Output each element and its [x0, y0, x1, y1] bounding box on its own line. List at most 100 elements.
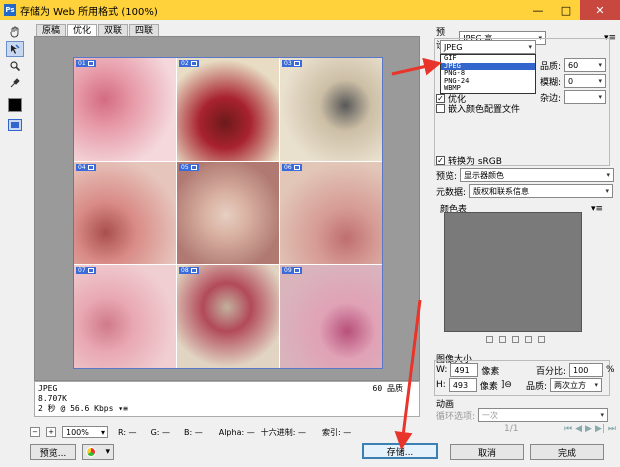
animation-controls: ⏮ ◀ ▶ ▶| ⏭ — [564, 424, 616, 434]
image-slice-02[interactable]: 02 — [177, 58, 279, 161]
image-slice-08[interactable]: 08 — [177, 265, 279, 368]
slice-type-icon — [293, 61, 300, 66]
resample-select[interactable]: 两次立方 ▾ — [550, 378, 603, 392]
photoshop-icon: Ps — [4, 4, 16, 16]
play-icon[interactable]: ▶ — [585, 424, 592, 434]
g-readout: G: — — [150, 427, 170, 437]
slice-type-icon — [87, 164, 94, 170]
delete-color-icon[interactable] — [538, 336, 545, 343]
toggle-slices-icon[interactable] — [6, 117, 24, 133]
eyedropper-icon[interactable] — [6, 75, 24, 91]
view-tabs: 原稿 优化 双联 四联 — [36, 24, 160, 36]
color-table-actions — [486, 336, 545, 343]
b-readout: B: — — [184, 427, 203, 437]
convert-srgb-label: 转换为 sRGB — [448, 157, 502, 167]
resample-label: 品质: — [526, 381, 548, 392]
lock-color-icon[interactable] — [512, 336, 519, 343]
zoom-icon[interactable] — [6, 58, 24, 74]
format-readout: JPEG — [38, 384, 58, 393]
link-icon[interactable]: ]⊖ — [501, 380, 512, 390]
metadata-select[interactable]: 版权和联系信息 ▾ — [469, 184, 614, 198]
percent-label: 百分比: — [536, 366, 567, 377]
done-button[interactable]: 完成 — [530, 444, 604, 460]
tab-original[interactable]: 原稿 — [36, 24, 67, 36]
format-option-wbmp[interactable]: WBMP — [441, 85, 535, 93]
zoom-out-button[interactable]: − — [30, 427, 40, 437]
slice-number-badge: 01 — [76, 60, 96, 67]
tab-4-up[interactable]: 四联 — [129, 24, 160, 36]
slice-number-badge: 08 — [179, 267, 199, 275]
height-input[interactable]: 493 — [448, 378, 477, 392]
tab-2-up[interactable]: 双联 — [98, 24, 129, 36]
window-controls: — □ ✕ — [524, 0, 620, 20]
prev-frame-icon[interactable]: ◀ — [575, 424, 582, 434]
percent-input[interactable]: 100 — [569, 363, 604, 377]
r-readout: R: — — [118, 427, 137, 437]
preview-select[interactable]: 显示器颜色 ▾ — [460, 168, 615, 182]
slice-number-badge: 09 — [282, 267, 302, 275]
alpha-readout: Alpha: — — [218, 427, 255, 437]
preview-label: 预览: — [436, 171, 458, 182]
slice-number-badge: 05 — [179, 163, 199, 171]
slice-select-icon[interactable] — [6, 41, 24, 57]
blur-input[interactable]: 0 ▾ — [564, 74, 607, 88]
convert-srgb-checkbox[interactable]: ✓ — [436, 156, 445, 165]
next-frame-icon[interactable]: ▶| — [595, 424, 605, 434]
slice-number-badge: 07 — [76, 267, 96, 275]
minimize-button[interactable]: — — [524, 0, 552, 20]
close-button[interactable]: ✕ — [580, 0, 620, 20]
quality-label: 品质: — [540, 61, 562, 72]
browser-select[interactable]: ▾ — [82, 444, 114, 460]
image-preview-area[interactable]: 01 02 03 04 05 06 07 08 09 — [34, 36, 420, 381]
tab-optimized[interactable]: 优化 — [67, 24, 98, 36]
image-slice-07[interactable]: 07 — [74, 265, 176, 368]
embed-profile-checkbox[interactable] — [436, 104, 445, 113]
quality-readout: 60 品质 — [372, 384, 403, 393]
matte-label: 杂边: — [540, 93, 562, 104]
width-input[interactable]: 491 — [450, 363, 479, 377]
percent-unit: % — [606, 365, 615, 375]
last-frame-icon[interactable]: ⏭ — [608, 424, 616, 434]
image-slice-03[interactable]: 03 — [280, 58, 382, 161]
menu-icon[interactable]: ▾≡ — [118, 404, 128, 413]
color-table[interactable] — [444, 212, 582, 332]
save-button[interactable]: 存储... — [362, 443, 438, 459]
zoom-select[interactable]: 100% ▾ — [62, 426, 108, 438]
slice-number-badge: 04 — [76, 163, 96, 171]
frame-counter: 1/1 — [504, 424, 519, 434]
cancel-button[interactable]: 取消 — [450, 444, 524, 460]
image-slice-09[interactable]: 09 — [280, 265, 382, 368]
download-time-readout: 2 秒 @ 56.6 Kbps ▾≡ — [38, 404, 128, 413]
blur-label: 模糊: — [540, 77, 562, 88]
metadata-label: 元数据: — [436, 187, 467, 198]
loop-select[interactable]: 一次 ▾ — [478, 408, 609, 422]
hand-icon[interactable] — [6, 24, 24, 40]
image-slice-04[interactable]: 04 — [74, 161, 176, 265]
image-slice-01[interactable]: 01 — [74, 58, 176, 161]
slice-number-badge: 02 — [179, 60, 199, 67]
optimization-info: JPEG 8.707K 2 秒 @ 56.6 Kbps ▾≡ 60 品质 — [34, 381, 420, 417]
quality-input[interactable]: 60 ▾ — [564, 58, 607, 72]
file-format-dropdown-list[interactable]: GIF JPEG PNG-8 PNG-24 WBMP — [440, 54, 536, 94]
zoom-in-button[interactable]: + — [46, 427, 56, 437]
new-color-icon[interactable] — [525, 336, 532, 343]
image-slice-06[interactable]: 06 — [280, 161, 382, 265]
maximize-button[interactable]: □ — [552, 0, 580, 20]
window-title: 存储为 Web 所用格式 (100%) — [20, 6, 158, 18]
color-table-menu-icon[interactable]: ▾≡ — [591, 204, 603, 214]
hex-readout: 十六进制: — — [260, 427, 306, 437]
preview-button[interactable]: 预览... — [30, 444, 76, 460]
slice-grid: 01 02 03 04 05 06 07 08 09 — [73, 57, 383, 369]
first-frame-icon[interactable]: ⏮ — [564, 424, 572, 434]
file-size-readout: 8.707K — [38, 394, 67, 403]
slice-type-icon — [190, 61, 197, 66]
slice-type-icon — [190, 164, 197, 170]
color-swatch[interactable] — [6, 97, 24, 113]
bottom-info-bar: − + 100% ▾ R: — G: — B: — Alpha: — 十六进制: … — [30, 425, 430, 439]
image-slice-05[interactable]: 05 — [177, 161, 279, 265]
shift-web-icon[interactable] — [499, 336, 506, 343]
file-format-select[interactable]: JPEG ▾ — [440, 40, 536, 54]
title-bar: Ps 存储为 Web 所用格式 (100%) — □ ✕ — [0, 0, 620, 20]
map-transparent-icon[interactable] — [486, 336, 493, 343]
matte-select[interactable]: ▾ — [564, 90, 607, 104]
